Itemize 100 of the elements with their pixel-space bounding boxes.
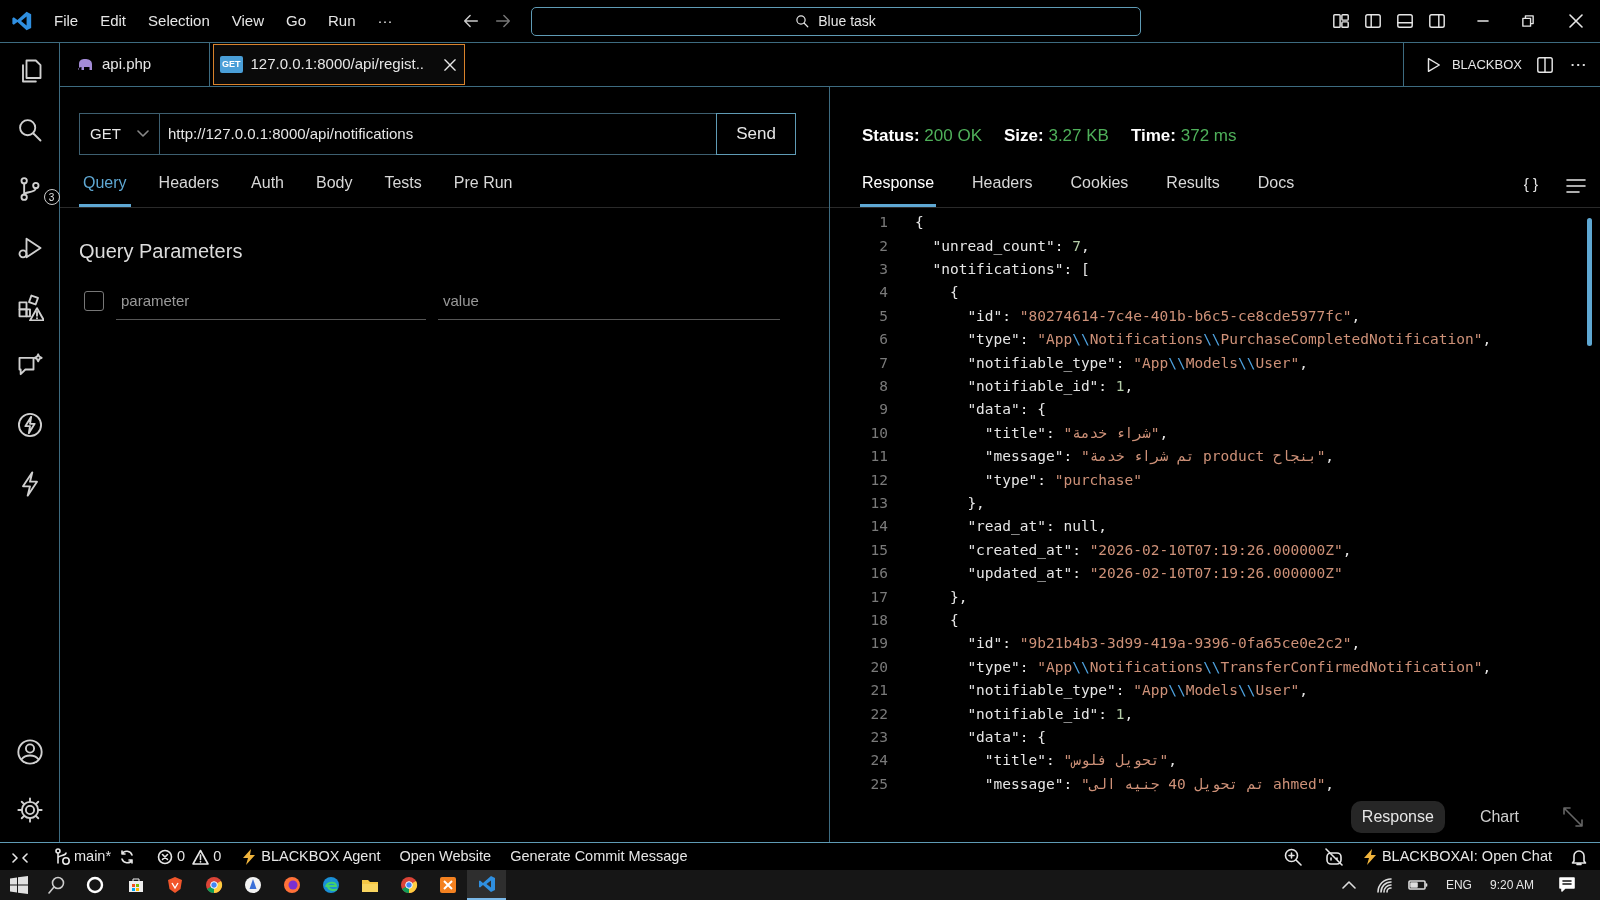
command-search-field[interactable]: Blue task <box>530 6 1141 36</box>
request-tab[interactable]: Query <box>79 171 131 207</box>
close-icon[interactable] <box>444 58 456 71</box>
response-tab[interactable]: Response <box>860 170 937 207</box>
status-item[interactable]: Open Website <box>399 845 492 868</box>
status-item[interactable]: Generate Commit Message <box>510 845 688 868</box>
line-number: 3 <box>878 260 888 280</box>
menu-item[interactable]: Edit <box>89 9 138 33</box>
store-icon[interactable] <box>126 876 145 894</box>
notifications-icon[interactable] <box>1558 876 1576 894</box>
menu-item[interactable]: Run <box>317 9 367 33</box>
account-icon[interactable] <box>15 738 44 766</box>
compass-app-icon[interactable] <box>243 876 262 894</box>
lightning-circle-icon[interactable] <box>15 411 44 439</box>
panel-toggle-icon[interactable] <box>1396 12 1414 30</box>
vscode-icon[interactable] <box>477 875 496 893</box>
agent-status[interactable]: BLACKBOX Agent <box>243 845 381 868</box>
menu-item[interactable]: Selection <box>137 9 221 33</box>
request-tab[interactable]: Headers <box>154 171 224 207</box>
view-toggle-button[interactable]: Chart <box>1468 801 1530 833</box>
section-title: Query Parameters <box>79 239 244 264</box>
expand-icon[interactable] <box>1562 806 1584 828</box>
battery-icon[interactable] <box>1407 879 1428 891</box>
secondary-sidebar-icon[interactable] <box>1428 12 1446 30</box>
menu-item[interactable]: File <box>43 9 90 33</box>
format-button[interactable]: { } <box>1523 173 1538 196</box>
code-line: "updated_at": "2026-02-10T07:19:26.000000Z" <box>966 564 1343 584</box>
code-line: "notifiable_type": "App\\Models\\User", <box>966 681 1308 701</box>
scrollbar-thumb[interactable] <box>1587 217 1592 346</box>
close-icon[interactable] <box>1569 14 1583 28</box>
code-line: "data": { <box>966 727 1046 747</box>
sidebar-toggle-icon[interactable] <box>1364 12 1382 30</box>
copilot-off-icon[interactable] <box>1323 847 1344 866</box>
editor-tab[interactable]: GET 127.0.0.1:8000/api/regist.. <box>213 44 465 85</box>
code-line: { <box>948 283 959 303</box>
clock[interactable]: 9:20 AM <box>1489 876 1534 894</box>
response-tab[interactable]: Cookies <box>1068 170 1131 207</box>
line-number: 20 <box>869 657 888 677</box>
chrome-icon[interactable] <box>399 876 418 894</box>
forward-arrow-icon[interactable] <box>493 12 512 30</box>
back-arrow-icon[interactable] <box>461 12 480 30</box>
badge: 3 <box>43 189 60 205</box>
branch-status[interactable]: main* <box>54 845 112 868</box>
parameter-field[interactable]: parameter <box>116 282 426 320</box>
windows-start-icon[interactable] <box>10 876 28 894</box>
line-number: 22 <box>869 704 888 724</box>
firefox-icon[interactable] <box>282 876 301 894</box>
error-icon <box>157 848 174 865</box>
response-tab[interactable]: Headers <box>970 170 1035 207</box>
edge-icon[interactable] <box>321 876 340 894</box>
problems-status[interactable]: 0 0 <box>157 845 222 868</box>
line-number: 11 <box>869 447 888 467</box>
chevron-up-icon[interactable] <box>1341 880 1356 890</box>
lightning-icon <box>1363 848 1376 865</box>
line-number: 6 <box>878 330 888 350</box>
request-tab[interactable]: Body <box>312 171 357 207</box>
wifi-icon[interactable] <box>1375 877 1394 893</box>
checkbox[interactable] <box>84 291 104 311</box>
send-button[interactable]: Send <box>716 113 796 155</box>
sync-icon[interactable] <box>119 848 136 865</box>
control-panel-app-icon[interactable] <box>438 876 457 894</box>
url-field[interactable]: http://127.0.0.1:8000/api/notifications <box>160 113 716 155</box>
bell-icon[interactable] <box>1570 847 1588 866</box>
view-toggle-button[interactable]: Response <box>1350 801 1445 833</box>
chrome-icon[interactable] <box>204 876 223 894</box>
blackbox-button[interactable]: BLACKBOX <box>1451 54 1522 75</box>
request-tab[interactable]: Pre Run <box>449 171 517 207</box>
language-indicator[interactable]: ENG <box>1445 876 1472 894</box>
code-line: }, <box>966 494 985 513</box>
method-dropdown[interactable]: GET <box>79 113 160 155</box>
value-field[interactable]: value <box>438 282 780 320</box>
restore-icon[interactable] <box>1522 15 1534 27</box>
code-line: "created_at": "2026-02-10T07:19:26.000000Z", <box>966 540 1352 561</box>
response-tab[interactable]: Docs <box>1255 170 1297 207</box>
line-number: 23 <box>869 727 888 747</box>
request-tab[interactable]: Auth <box>247 171 288 207</box>
layout-icon[interactable] <box>1332 12 1350 30</box>
response-tab[interactable]: Results <box>1164 170 1222 207</box>
line-number: 19 <box>869 634 888 654</box>
settings-icon[interactable] <box>15 796 44 824</box>
editor-tab[interactable]: api.php <box>60 43 210 86</box>
line-number: 2 <box>878 236 888 256</box>
menu-item[interactable]: Go <box>275 9 317 33</box>
search-icon[interactable] <box>48 876 66 894</box>
app-logo-icon[interactable] <box>11 10 33 32</box>
line-number: 15 <box>869 540 888 560</box>
search-icon <box>795 13 811 29</box>
cortana-icon[interactable] <box>86 876 104 894</box>
line-number: 24 <box>869 751 888 771</box>
split-editor-icon[interactable] <box>1536 55 1554 74</box>
chat-status[interactable]: BLACKBOXAI: Open Chat <box>1363 845 1552 868</box>
shield-browser-icon[interactable] <box>165 876 184 894</box>
wrap-lines-icon[interactable] <box>1566 177 1586 194</box>
menu-item[interactable]: ··· <box>366 9 404 33</box>
zoom-icon[interactable] <box>1283 847 1302 866</box>
menu-item[interactable]: View <box>220 9 275 33</box>
line-number: 7 <box>878 353 888 373</box>
line-number: 1 <box>878 213 888 233</box>
request-tab[interactable]: Tests <box>380 171 426 207</box>
line-number: 13 <box>869 494 888 513</box>
